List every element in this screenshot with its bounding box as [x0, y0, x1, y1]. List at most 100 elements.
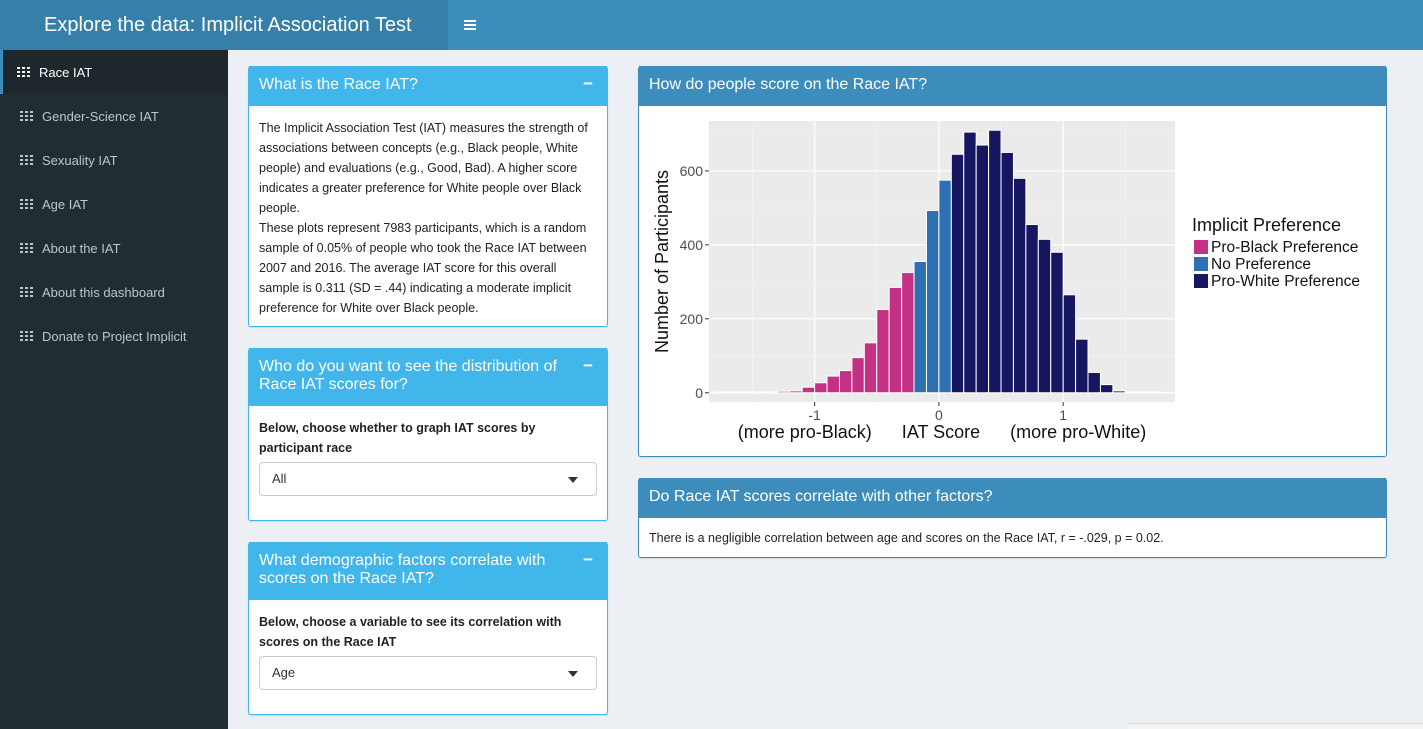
histogram-bar: [801, 386, 816, 394]
histogram-bar: [751, 391, 766, 394]
demographic-factor-box: What demographic factors correlate with …: [248, 542, 608, 715]
box-header: Do Race IAT scores correlate with other …: [639, 478, 1386, 518]
correlation-box: Do Race IAT scores correlate with other …: [638, 478, 1387, 558]
sidebar-item-age-iat[interactable]: Age IAT: [0, 182, 228, 226]
variable-select[interactable]: Age: [259, 656, 597, 690]
histogram-bar: [1037, 238, 1052, 394]
sidebar-item-about-this-dashboard[interactable]: About this dashboard: [0, 270, 228, 314]
legend-label: Pro-White Preference: [1211, 273, 1360, 290]
histogram-bar: [988, 129, 1002, 394]
sidebar-item-label: About the IAT: [42, 240, 121, 256]
y-axis-title: Number of Participants: [652, 170, 672, 353]
box-header: What is the Race IAT? −: [249, 66, 607, 106]
top-navbar: Explore the data: Implicit Association T…: [0, 0, 1423, 50]
histogram-bar: [1099, 384, 1114, 394]
select-label: Below, choose whether to graph IAT score…: [259, 421, 536, 455]
correlation-text: There is a negligible correlation betwee…: [649, 531, 1164, 545]
sidebar-item-label: Sexuality IAT: [42, 152, 118, 168]
sidebar: Race IAT Gender-Science IAT Sexuality IA…: [0, 50, 228, 729]
hamburger-icon: [464, 20, 476, 30]
sidebar-item-about-the-iat[interactable]: About the IAT: [0, 226, 228, 270]
legend-label: No Preference: [1211, 256, 1311, 273]
grid-icon: [20, 243, 33, 253]
histogram-chart: 0 200 400 600 -1 0 1 Number of Participants (mor…: [652, 121, 1360, 442]
histogram-bar: [764, 391, 778, 394]
grid-icon: [17, 67, 30, 77]
histogram-bar: [727, 391, 741, 394]
grid-icon: [20, 111, 33, 121]
sidebar-item-label: Age IAT: [42, 196, 89, 212]
legend-title: Implicit Preference: [1192, 215, 1341, 235]
y-tick-label: 200: [680, 311, 704, 327]
sidebar-item-label: Donate to Project Implicit: [42, 328, 187, 344]
caret-down-icon: [568, 477, 578, 483]
collapse-button[interactable]: −: [583, 551, 593, 569]
histogram-bar: [1050, 251, 1064, 394]
histogram-bar: [739, 391, 753, 394]
histogram-chart-container: 0 200 400 600 -1 0 1 Number of Participants (mor…: [639, 106, 1386, 456]
grid-icon: [20, 331, 33, 341]
box-title: How do people score on the Race IAT?: [649, 76, 928, 93]
histogram-bar: [1075, 338, 1089, 394]
grid-icon: [20, 287, 33, 297]
box-header: Who do you want to see the distribution …: [249, 348, 607, 406]
sidebar-item-gender-science-iat[interactable]: Gender-Science IAT: [0, 94, 228, 138]
histogram-bar: [1087, 371, 1101, 394]
histogram-bar: [1137, 391, 1151, 394]
histogram-bar: [888, 286, 903, 394]
histogram-bar: [1000, 151, 1014, 394]
box-title: What is the Race IAT?: [259, 76, 418, 93]
x-axis-title: (more pro-Black) IAT Score (more pro-Whi…: [738, 422, 1146, 442]
histogram-bar: [838, 370, 853, 394]
histogram-bar: [814, 382, 828, 394]
box-title: Who do you want to see the distribution …: [259, 358, 557, 393]
horizontal-scrollbar[interactable]: [1128, 723, 1423, 729]
collapse-button[interactable]: −: [583, 357, 593, 375]
histogram-bar: [963, 131, 977, 394]
y-tick-label: 400: [680, 237, 704, 253]
description-text: The Implicit Association Test (IAT) meas…: [259, 121, 588, 215]
histogram-bar: [789, 390, 803, 394]
histogram-bar: [913, 261, 927, 394]
x-tick-label: -1: [808, 407, 821, 423]
sidebar-item-label: Race IAT: [39, 64, 93, 80]
histogram-bar: [776, 390, 791, 394]
sidebar-toggle-button[interactable]: [448, 0, 492, 50]
caret-down-icon: [568, 671, 578, 677]
distribution-filter-box: Who do you want to see the distribution …: [248, 348, 608, 521]
box-body: The Implicit Association Test (IAT) meas…: [249, 106, 607, 330]
histogram-bar: [901, 272, 915, 394]
grid-icon: [20, 199, 33, 209]
box-body: Below, choose a variable to see its corr…: [249, 600, 607, 702]
histogram-bar: [1012, 177, 1027, 394]
legend-swatch: [1194, 274, 1208, 288]
histogram-bar: [876, 309, 890, 394]
y-tick-label: 600: [680, 163, 704, 179]
legend-label: Pro-Black Preference: [1211, 239, 1358, 256]
select-value: All: [272, 471, 287, 486]
select-value: Age: [272, 665, 296, 680]
x-tick-label: 0: [935, 407, 943, 423]
sidebar-item-label: Gender-Science IAT: [42, 108, 159, 124]
histogram-bar: [925, 209, 940, 394]
legend-swatch: [1194, 240, 1208, 254]
box-header: What demographic factors correlate with …: [249, 542, 607, 600]
race-select[interactable]: All: [259, 462, 597, 496]
box-body: Below, choose whether to graph IAT score…: [249, 406, 607, 508]
sidebar-item-race-iat[interactable]: Race IAT: [0, 50, 228, 94]
select-label: Below, choose a variable to see its corr…: [259, 615, 562, 649]
histogram-bar: [1149, 391, 1164, 394]
histogram-bar: [1062, 294, 1077, 394]
box-title: What demographic factors correlate with …: [259, 552, 546, 587]
legend-swatch: [1194, 257, 1208, 271]
histogram-bar: [1124, 391, 1139, 394]
histogram-bar: [975, 144, 990, 394]
what-is-race-iat-box: What is the Race IAT? − The Implicit Ass…: [248, 66, 608, 327]
sidebar-item-sexuality-iat[interactable]: Sexuality IAT: [0, 138, 228, 182]
histogram-box: How do people score on the Race IAT? 0 20…: [638, 66, 1387, 457]
histogram-bar: [826, 375, 840, 394]
box-title: Do Race IAT scores correlate with other …: [649, 488, 993, 505]
histogram-bar: [863, 342, 878, 394]
sidebar-item-donate[interactable]: Donate to Project Implicit: [0, 314, 228, 358]
collapse-button[interactable]: −: [583, 75, 593, 93]
